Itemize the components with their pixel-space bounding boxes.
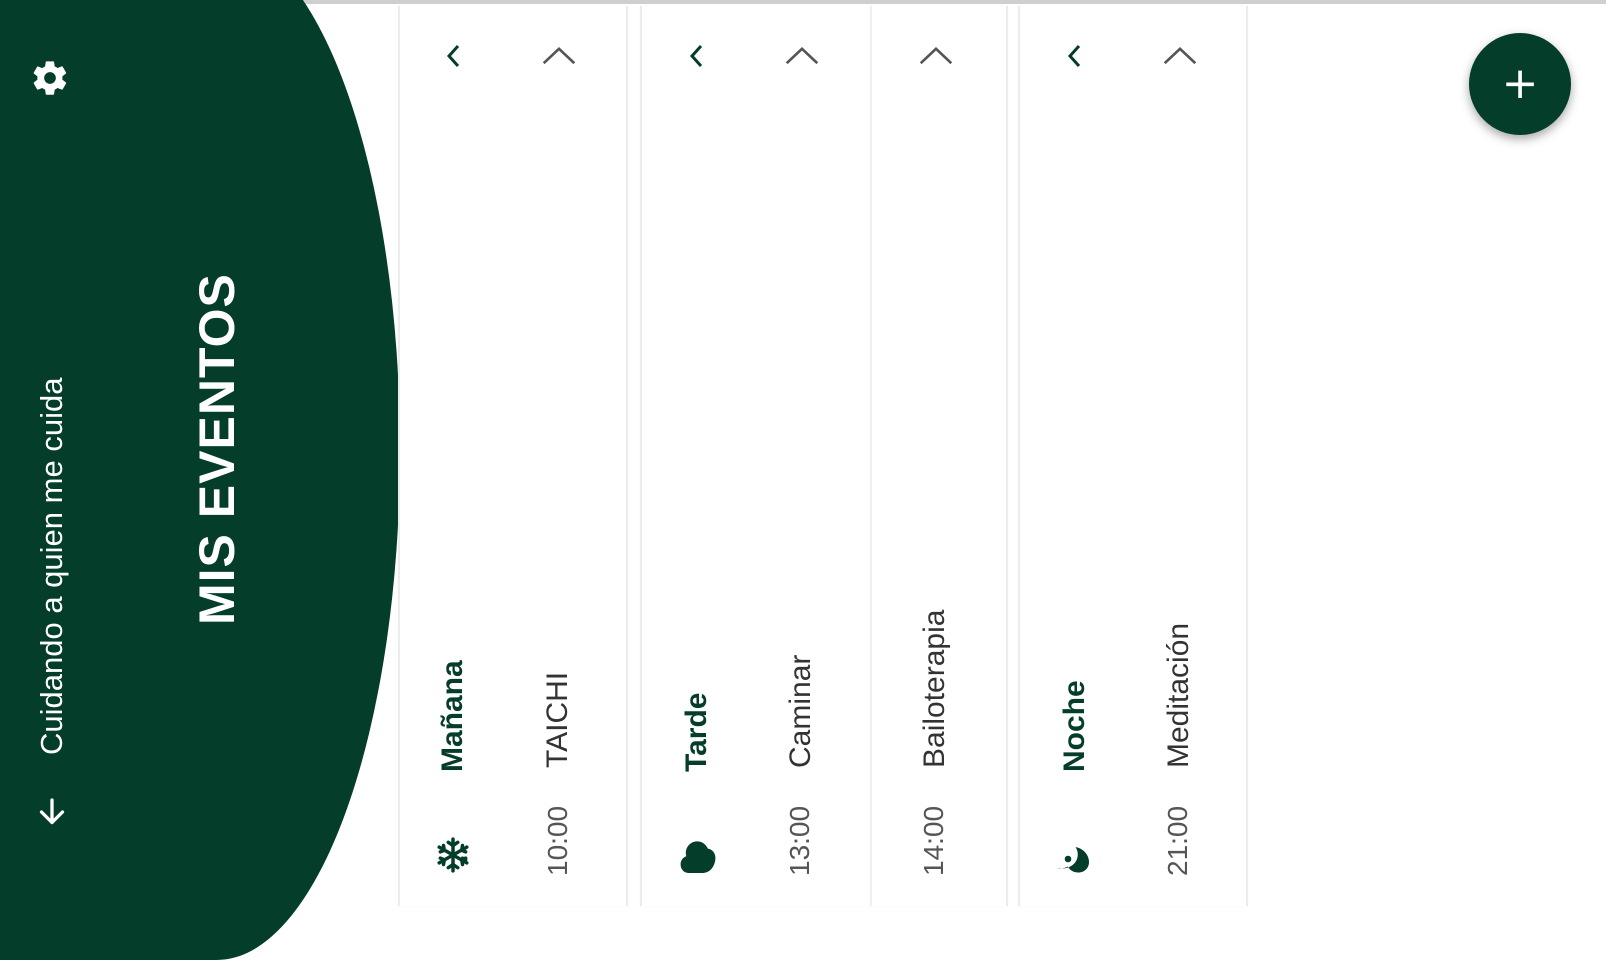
chevron-left-icon (689, 44, 703, 68)
chevron-left-icon (1067, 44, 1081, 68)
cloud-icon (676, 830, 720, 878)
settings-button[interactable] (28, 56, 72, 100)
chevron-up-icon (785, 46, 819, 65)
section-period-label: Mañana (436, 660, 469, 772)
collapse-button-morning-left[interactable] (436, 38, 472, 74)
section-period-label: Tarde (680, 692, 713, 772)
expand-button-night[interactable] (1162, 38, 1198, 74)
event-time: 13:00 (784, 805, 815, 876)
event-time: 21:00 (1162, 805, 1193, 876)
header-subtitle: Cuidando a quien me cuida (34, 377, 69, 755)
moon-icon (1052, 836, 1096, 876)
plus-icon: + (1501, 58, 1539, 109)
chevron-up-icon (919, 46, 953, 65)
collapse-button-afternoon-left[interactable] (679, 38, 715, 74)
section-card-morning (398, 6, 628, 906)
chevron-up-icon (542, 46, 576, 65)
event-activity: Meditación (1162, 622, 1195, 768)
expand-button-afternoon-2[interactable] (918, 38, 954, 74)
section-card-night (1018, 6, 1248, 906)
event-activity: TAICHI (541, 671, 574, 768)
expand-button-afternoon-1[interactable] (784, 38, 820, 74)
chevron-up-icon (1163, 46, 1197, 65)
event-time: 14:00 (918, 805, 949, 876)
snowflake-icon (432, 834, 474, 876)
event-activity: Caminar (784, 654, 817, 768)
section-period-label: Noche (1058, 680, 1091, 772)
collapse-button-night-left[interactable] (1057, 38, 1093, 74)
event-divider (870, 6, 872, 906)
page-title: MIS EVENTOS (189, 273, 245, 625)
expand-button-morning[interactable] (541, 38, 577, 74)
arrow-down-icon (39, 798, 65, 825)
event-activity: Bailoterapia (918, 609, 951, 768)
add-event-button[interactable]: + (1469, 33, 1571, 135)
chevron-left-icon (446, 44, 460, 68)
event-time: 10:00 (542, 805, 573, 876)
gear-icon (33, 61, 67, 95)
scroll-down-button[interactable] (30, 790, 74, 834)
